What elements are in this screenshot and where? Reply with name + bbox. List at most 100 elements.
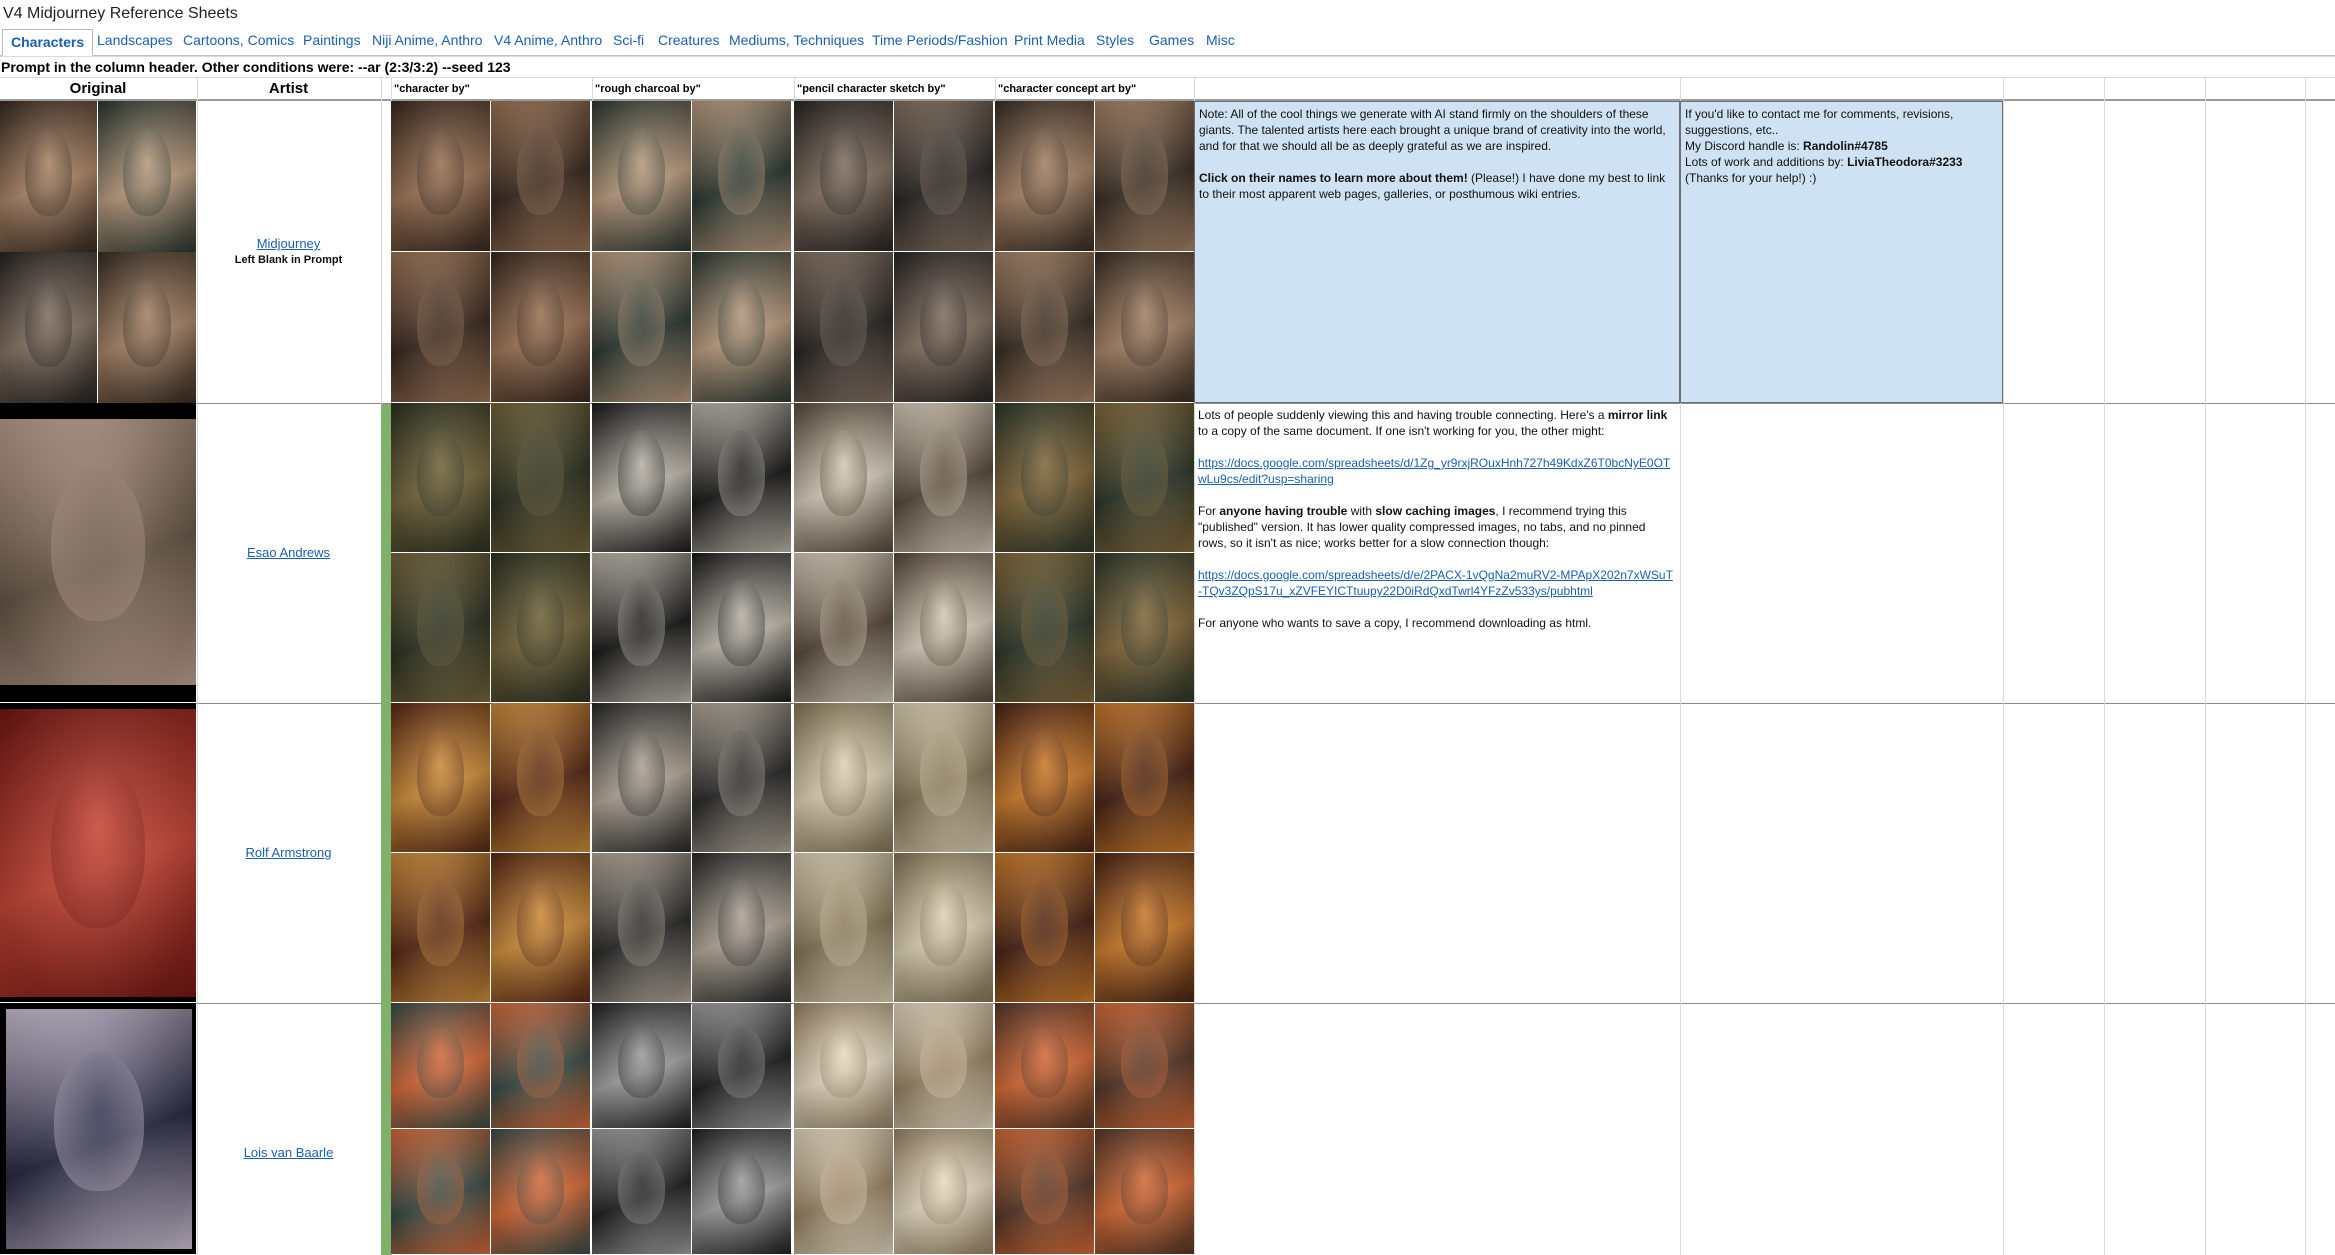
- generated-image: [894, 703, 993, 852]
- header-prompt-character: "character by": [394, 83, 470, 95]
- artist-link-esao-andrews[interactable]: Esao Andrews: [247, 545, 330, 560]
- portrait-figure: [617, 1025, 666, 1098]
- generated-image: [692, 403, 791, 552]
- generated-image: [692, 101, 791, 251]
- portrait-figure: [617, 429, 666, 517]
- portrait-figure: [1020, 879, 1069, 967]
- portrait-figure: [1020, 729, 1069, 817]
- portrait-figure: [717, 1151, 766, 1224]
- portrait-figure: [919, 729, 968, 817]
- prompt-info: Prompt in the column header. Other condi…: [1, 59, 511, 75]
- portrait-figure: [1120, 279, 1169, 366]
- portrait-figure: [516, 128, 565, 215]
- mirror-link-1[interactable]: https://docs.google.com/spreadsheets/d/1…: [1198, 456, 1670, 486]
- generated-image: [1095, 101, 1194, 251]
- portrait-figure: [1020, 128, 1069, 215]
- portrait-figure: [717, 579, 766, 667]
- tab-cartoons-comics[interactable]: Cartoons, Comics: [183, 32, 294, 48]
- portrait-figure: [416, 879, 465, 967]
- portrait-figure: [819, 579, 868, 667]
- generated-image: [894, 853, 993, 1002]
- artist-cell-2: Esao Andrews: [197, 545, 380, 560]
- artist-cell-4: Lois van Baarle: [197, 1145, 380, 1160]
- discord-label: My Discord handle is:: [1685, 139, 1804, 153]
- generated-image: [692, 252, 791, 402]
- artist-link-lois-van-baarle[interactable]: Lois van Baarle: [244, 1145, 334, 1160]
- generated-image: [894, 553, 993, 702]
- generated-image: [391, 252, 490, 402]
- generated-image: [592, 553, 691, 702]
- generated-image: [794, 703, 893, 852]
- portrait-figure: [416, 429, 465, 517]
- tab-styles[interactable]: Styles: [1096, 32, 1134, 48]
- generated-image: [894, 403, 993, 552]
- portrait-figure: [617, 128, 666, 215]
- portrait-figure: [919, 1151, 968, 1224]
- save-copy-text: For anyone who wants to save a copy, I r…: [1198, 616, 1592, 630]
- portrait-figure: [1120, 579, 1169, 667]
- tab-landscapes[interactable]: Landscapes: [97, 32, 173, 48]
- generated-image: [794, 1003, 893, 1128]
- original-artwork: [0, 101, 97, 252]
- artist-link-midjourney[interactable]: Midjourney: [257, 236, 321, 251]
- generated-image: [391, 703, 490, 852]
- portrait-figure: [919, 879, 968, 967]
- portrait-figure: [617, 879, 666, 967]
- tab-niji-anime-anthro[interactable]: Niji Anime, Anthro: [372, 32, 483, 48]
- portrait-figure: [25, 279, 72, 367]
- tab-print-media[interactable]: Print Media: [1014, 32, 1085, 48]
- tab-misc[interactable]: Misc: [1206, 32, 1235, 48]
- generated-image: [592, 703, 691, 852]
- generated-image: [592, 1003, 691, 1128]
- portrait-figure: [819, 1025, 868, 1098]
- discord-handle: Randolin#4785: [1803, 139, 1888, 153]
- tab-paintings[interactable]: Paintings: [303, 32, 361, 48]
- portrait-figure: [416, 128, 465, 215]
- tab-creatures[interactable]: Creatures: [658, 32, 719, 48]
- generated-image: [692, 853, 791, 1002]
- generated-image: [692, 703, 791, 852]
- generated-image: [391, 1003, 490, 1128]
- generated-image: [894, 1129, 993, 1254]
- portrait-figure: [516, 1151, 565, 1224]
- portrait-figure: [819, 279, 868, 366]
- header-prompt-charcoal: "rough charcoal by": [595, 83, 701, 95]
- generated-image: [794, 101, 893, 251]
- note-mirror: Lots of people suddenly viewing this and…: [1194, 403, 1680, 651]
- mirror-link-label: mirror link: [1607, 408, 1668, 422]
- portrait-figure: [416, 1025, 465, 1098]
- portrait-figure: [717, 1025, 766, 1098]
- mirror-text-a: Lots of people suddenly viewing this and…: [1198, 408, 1608, 422]
- tab-sci-fi[interactable]: Sci-fi: [613, 32, 644, 48]
- tab-games[interactable]: Games: [1149, 32, 1194, 48]
- portrait-figure: [123, 128, 171, 216]
- contact-line: If you'd like to contact me for comments…: [1685, 107, 1954, 137]
- generated-image: [794, 553, 893, 702]
- generated-image: [391, 1129, 490, 1254]
- generated-image: [794, 853, 893, 1002]
- portrait-figure: [516, 729, 565, 817]
- tab-v4-anime-anthro[interactable]: V4 Anime, Anthro: [494, 32, 602, 48]
- mirror-link-2[interactable]: https://docs.google.com/spreadsheets/d/e…: [1198, 568, 1673, 598]
- original-artwork: [98, 101, 196, 252]
- original-artwork: [0, 709, 196, 997]
- slow-text-b: with: [1347, 504, 1376, 518]
- portrait-figure: [717, 879, 766, 967]
- header-prompt-concept: "character concept art by": [998, 83, 1137, 95]
- generated-image: [692, 1129, 791, 1254]
- portrait-figure: [1120, 1025, 1169, 1098]
- tab-characters[interactable]: Characters: [2, 29, 94, 56]
- grid-vline: [2104, 77, 2105, 1255]
- generated-image: [491, 252, 590, 402]
- generated-image: [1095, 1003, 1194, 1128]
- portrait-figure: [416, 279, 465, 366]
- portrait-figure: [1020, 579, 1069, 667]
- artist-link-rolf-armstrong[interactable]: Rolf Armstrong: [246, 845, 332, 860]
- portrait-figure: [1120, 1151, 1169, 1224]
- generated-image: [995, 1129, 1094, 1254]
- portrait-figure: [919, 279, 968, 366]
- tab-time-periods-fashion[interactable]: Time Periods/Fashion: [872, 32, 1008, 48]
- artist-cell-1: Midjourney Left Blank in Prompt: [197, 236, 380, 266]
- portrait-figure: [416, 579, 465, 667]
- tab-mediums-techniques[interactable]: Mediums, Techniques: [729, 32, 864, 48]
